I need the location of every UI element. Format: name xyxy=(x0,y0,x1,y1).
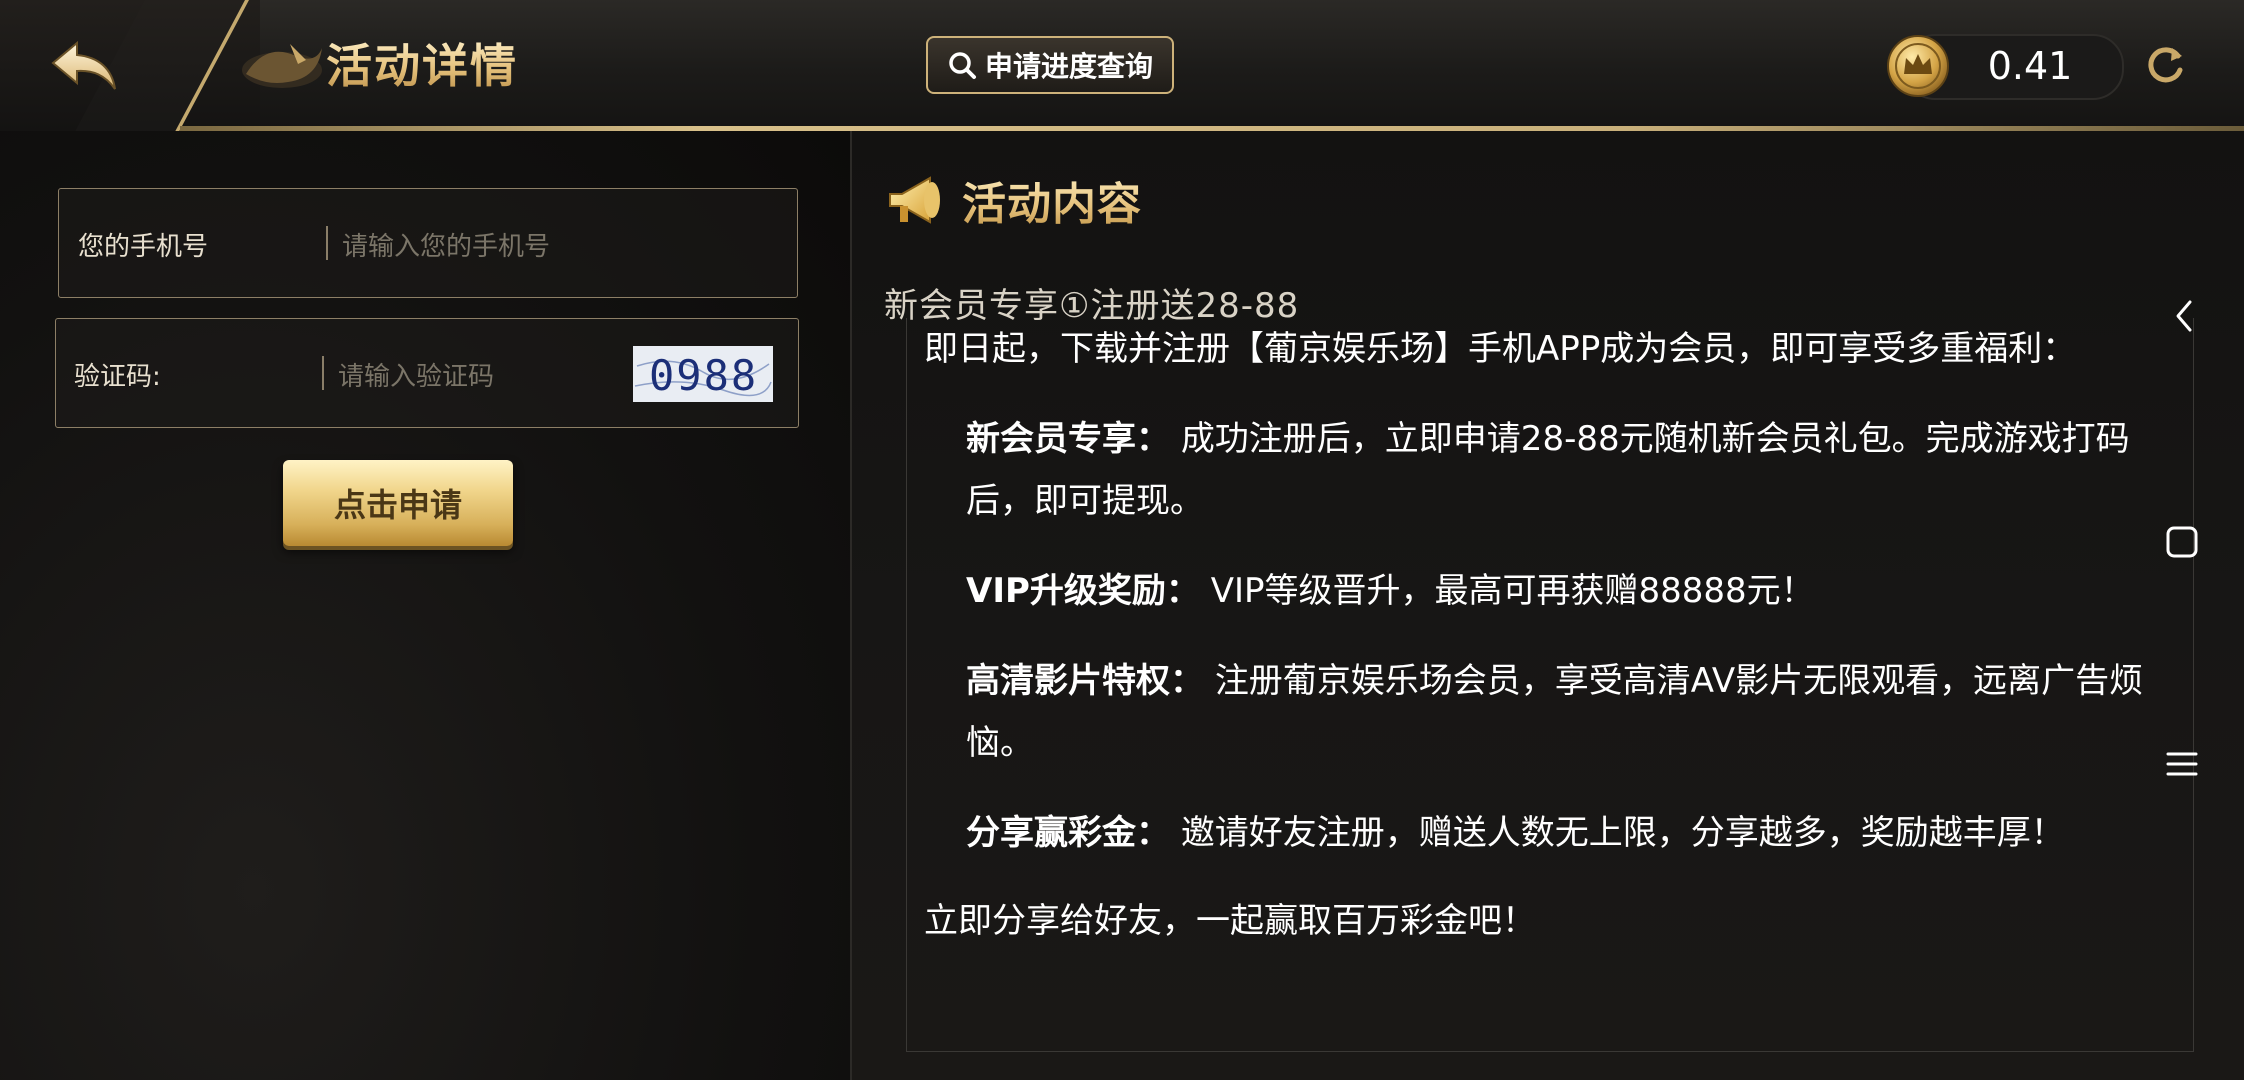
apply-button[interactable]: 点击申请 xyxy=(283,460,513,546)
intro-text: 即日起，下载并注册【葡京娱乐场】手机APP成为会员，即可享受多重福利： xyxy=(924,329,2077,369)
benefit-text: VIP等级晋升，最高可再获赠88888元！ xyxy=(1210,571,1815,611)
captcha-text: 0988 xyxy=(649,351,758,400)
section-title: 活动内容 xyxy=(962,168,1142,232)
phone-label: 您的手机号 xyxy=(78,232,209,262)
progress-query-label: 申请进度查询 xyxy=(984,50,1153,83)
benefit-text: 邀请好友注册，赠送人数无上限，分享越多，奖励越丰厚！ xyxy=(1180,813,2065,853)
refresh-icon[interactable] xyxy=(2142,42,2188,88)
code-separator xyxy=(322,356,324,390)
benefit-label: 高清影片特权： xyxy=(966,661,1204,701)
nav-recents-icon[interactable] xyxy=(2164,746,2200,782)
code-label: 验证码: xyxy=(74,362,161,392)
nav-home-icon[interactable] xyxy=(2164,524,2200,560)
code-input[interactable]: 请输入验证码 xyxy=(338,356,494,393)
progress-query-button[interactable]: 申请进度查询 xyxy=(926,36,1174,94)
back-arrow-icon xyxy=(51,40,116,90)
benefit-label: 新会员专享： xyxy=(966,419,1170,459)
emblem-icon xyxy=(242,44,322,88)
crown-coin-icon xyxy=(1887,35,1949,97)
benefit-item: 分享赢彩金： 邀请好友注册，赠送人数无上限，分享越多，奖励越丰厚！ xyxy=(924,802,2154,864)
nav-back-icon[interactable] xyxy=(2170,298,2198,334)
benefit-item: VIP升级奖励： VIP等级晋升，最高可再获赠88888元！ xyxy=(924,560,2154,622)
captcha-image[interactable]: 0988 xyxy=(633,346,773,402)
phone-input[interactable]: 请输入您的手机号 xyxy=(342,226,550,263)
benefit-label: 分享赢彩金： xyxy=(966,813,1170,853)
balance-value: 0.41 xyxy=(1987,44,2073,88)
back-button[interactable] xyxy=(46,38,122,94)
benefit-item: 高清影片特权： 注册葡京娱乐场会员，享受高清AV影片无限观看，远离广告烦恼。 xyxy=(924,650,2154,774)
search-icon xyxy=(949,52,976,79)
megaphone-icon xyxy=(889,176,940,224)
page-title: 活动详情 xyxy=(326,36,518,96)
back-panel xyxy=(0,0,260,140)
benefit-label: VIP升级奖励： xyxy=(966,571,1200,611)
section-header: 活动内容 xyxy=(884,164,1142,236)
benefit-item: 新会员专享： 成功注册后，立即申请28-88元随机新会员礼包。完成游戏打码后，即… xyxy=(924,408,2154,532)
closing-text: 立即分享给好友，一起赢取百万彩金吧！ xyxy=(924,901,1536,941)
phone-separator xyxy=(326,226,328,260)
promo-description: 即日起，下载并注册【葡京娱乐场】手机APP成为会员，即可享受多重福利： 新会员专… xyxy=(924,318,2154,952)
